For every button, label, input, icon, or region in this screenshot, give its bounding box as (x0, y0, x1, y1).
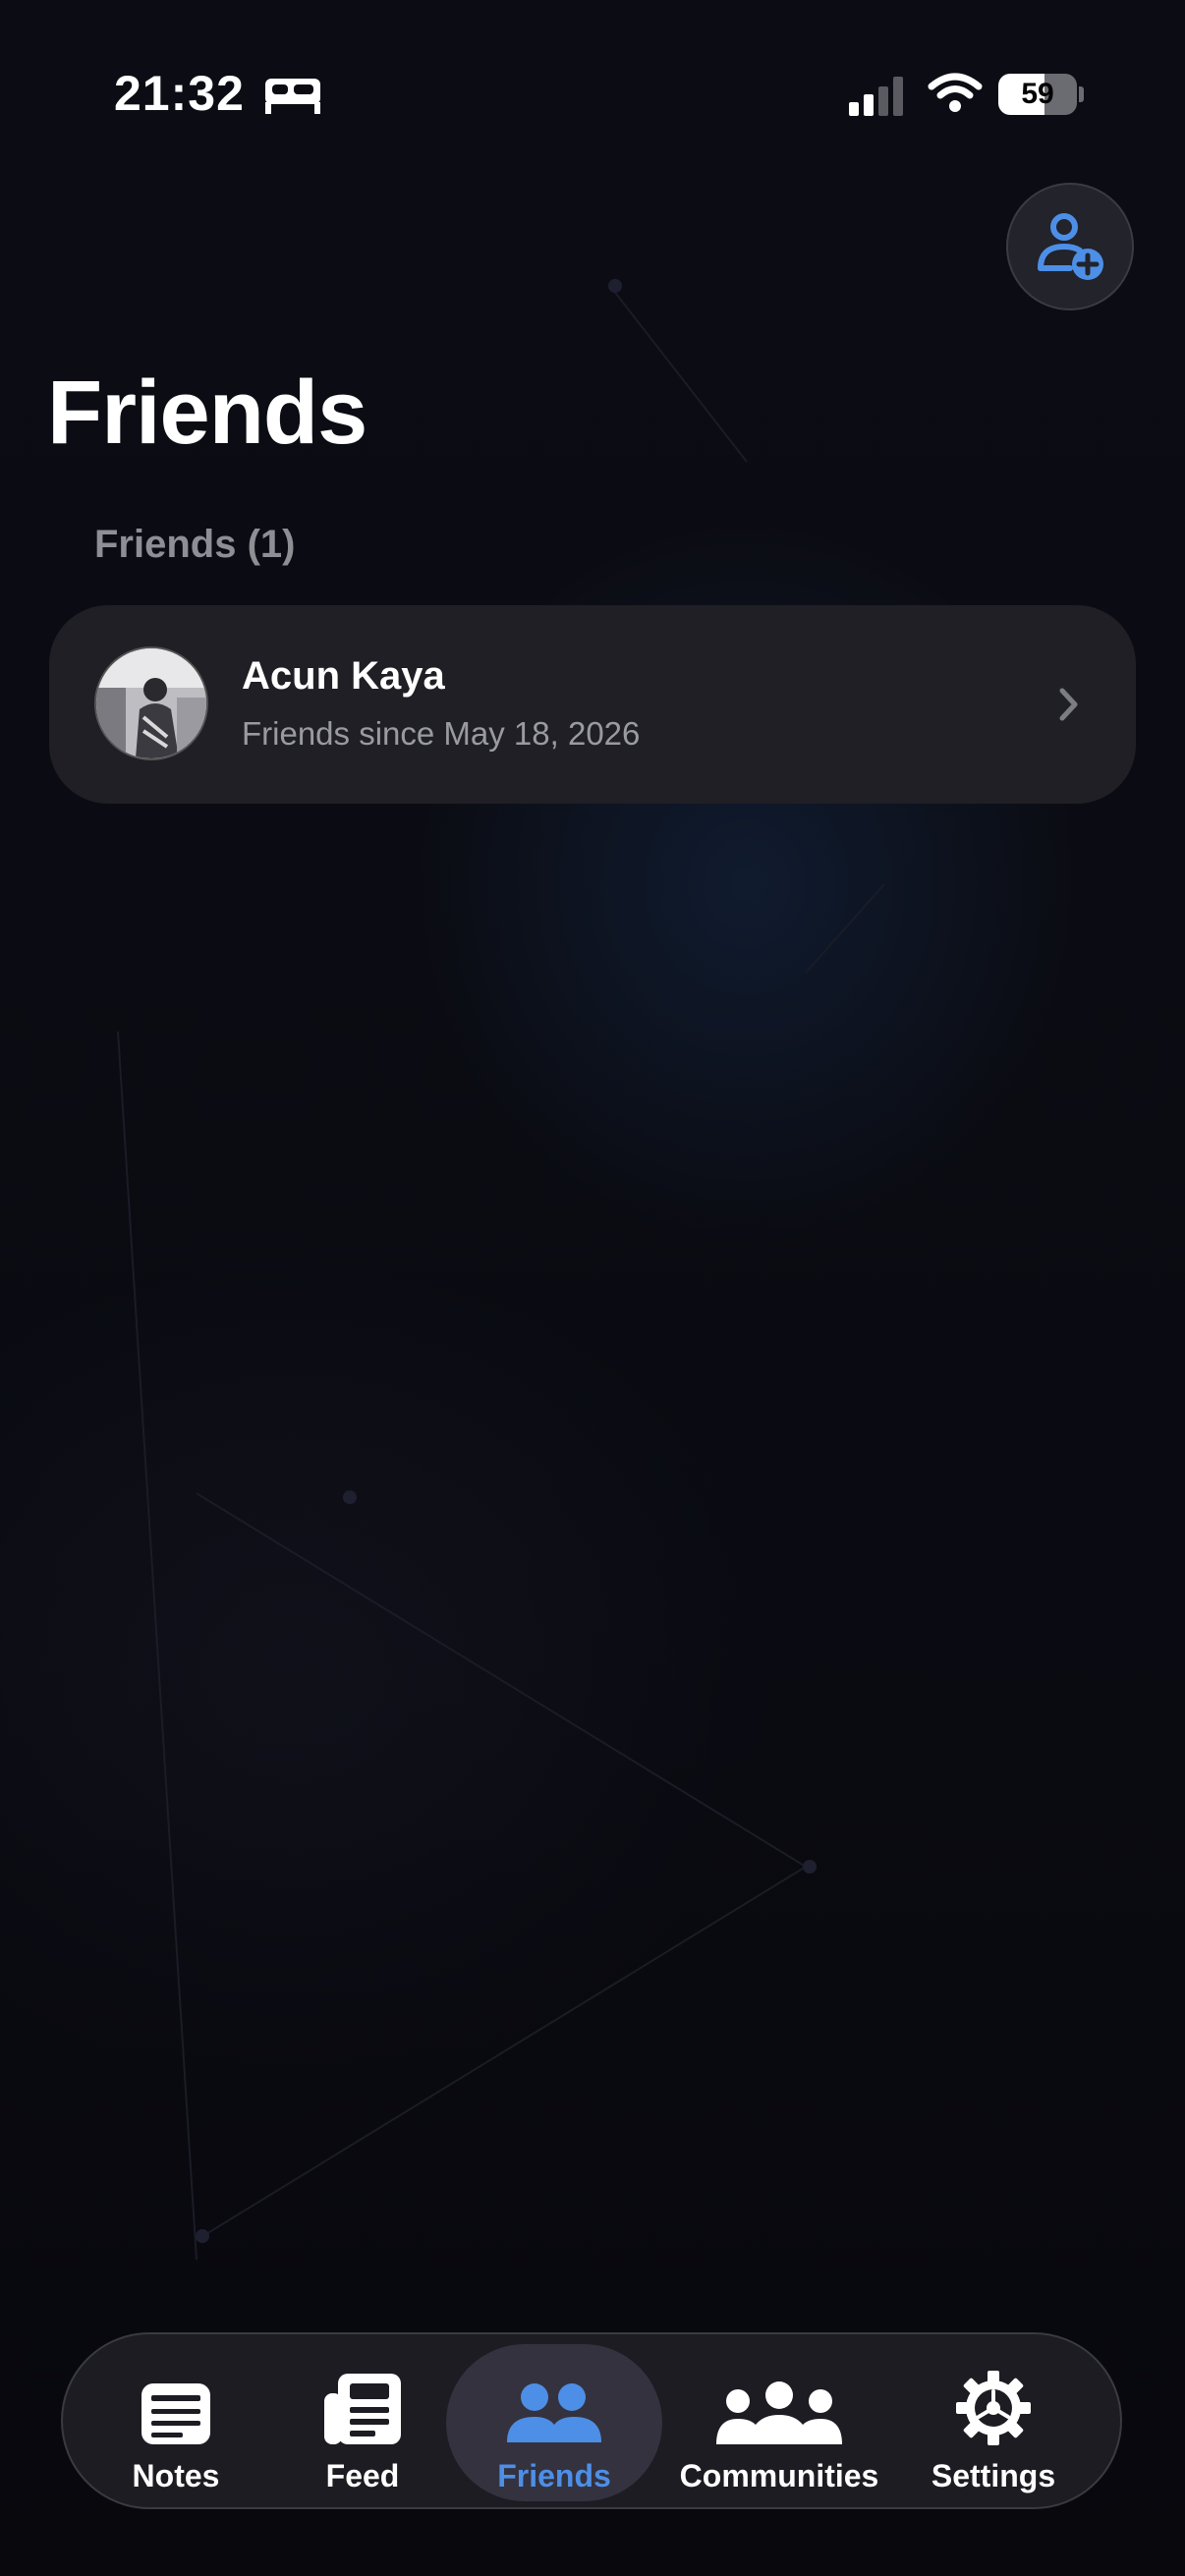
friend-list-item[interactable]: Acun Kaya Friends since May 18, 2026 (49, 605, 1136, 804)
tab-label: Feed (325, 2458, 400, 2493)
tab-feed[interactable]: Feed (289, 2344, 436, 2501)
tab-label: Communities (679, 2458, 879, 2493)
avatar-photo (96, 648, 206, 758)
tab-label: Friends (497, 2458, 611, 2493)
tab-label: Notes (132, 2458, 220, 2493)
friend-name: Acun Kaya (242, 654, 445, 698)
gear-icon (956, 2371, 1031, 2445)
signal-icon (849, 77, 903, 116)
chevron-right-icon (1059, 688, 1078, 721)
friends-icon (507, 2383, 601, 2442)
add-friend-button[interactable] (1006, 183, 1134, 310)
bed-icon (265, 79, 320, 114)
battery-tip (1079, 86, 1084, 102)
friend-since: Friends since May 18, 2026 (242, 715, 641, 752)
avatar (94, 646, 208, 760)
tab-communities[interactable]: Communities (670, 2344, 888, 2501)
friends-section-header: Friends (1) (94, 523, 296, 566)
tab-friends[interactable]: Friends (446, 2344, 662, 2501)
tab-label: Settings (931, 2458, 1056, 2493)
tab-notes[interactable]: Notes (102, 2344, 250, 2501)
status-time: 21:32 (114, 66, 245, 121)
notes-icon (141, 2383, 210, 2444)
tab-settings[interactable]: Settings (910, 2344, 1077, 2501)
tab-bar: Notes Feed Friends Communities Settings (61, 2332, 1122, 2509)
wifi-icon (928, 73, 983, 112)
newspaper-icon (324, 2374, 401, 2444)
page-title: Friends (47, 363, 367, 463)
battery-icon: 59 (998, 74, 1077, 115)
person-add-icon (1038, 213, 1103, 280)
communities-icon (716, 2381, 842, 2444)
